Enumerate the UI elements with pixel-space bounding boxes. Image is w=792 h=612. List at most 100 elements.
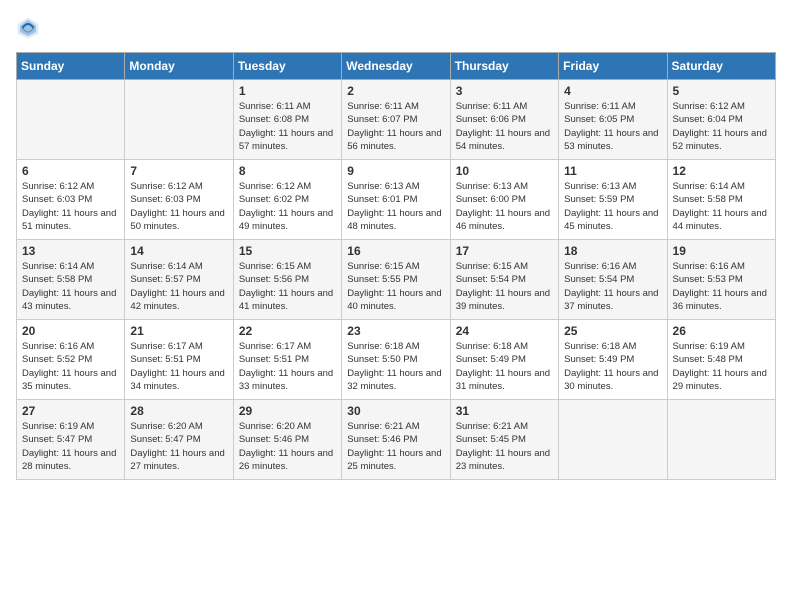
day-number: 22 xyxy=(239,324,336,338)
calendar-cell: 9 Sunrise: 6:13 AM Sunset: 6:01 PM Daylig… xyxy=(342,160,450,240)
day-info: Sunrise: 6:18 AM Sunset: 5:50 PM Dayligh… xyxy=(347,340,444,393)
day-number: 29 xyxy=(239,404,336,418)
day-info: Sunrise: 6:12 AM Sunset: 6:02 PM Dayligh… xyxy=(239,180,336,233)
day-number: 7 xyxy=(130,164,227,178)
day-info: Sunrise: 6:13 AM Sunset: 5:59 PM Dayligh… xyxy=(564,180,661,233)
calendar-cell: 15 Sunrise: 6:15 AM Sunset: 5:56 PM Dayli… xyxy=(233,240,341,320)
day-number: 23 xyxy=(347,324,444,338)
calendar-week-1: 1 Sunrise: 6:11 AM Sunset: 6:08 PM Daylig… xyxy=(17,80,776,160)
calendar-cell: 30 Sunrise: 6:21 AM Sunset: 5:46 PM Dayli… xyxy=(342,400,450,480)
calendar-cell: 17 Sunrise: 6:15 AM Sunset: 5:54 PM Dayli… xyxy=(450,240,558,320)
day-info: Sunrise: 6:13 AM Sunset: 6:00 PM Dayligh… xyxy=(456,180,553,233)
calendar-cell: 8 Sunrise: 6:12 AM Sunset: 6:02 PM Daylig… xyxy=(233,160,341,240)
calendar-cell: 10Sunrise: 6:13 AM Sunset: 6:00 PM Dayli… xyxy=(450,160,558,240)
calendar-cell: 14 Sunrise: 6:14 AM Sunset: 5:57 PM Dayli… xyxy=(125,240,233,320)
day-header-saturday: Saturday xyxy=(667,53,775,80)
day-info: Sunrise: 6:18 AM Sunset: 5:49 PM Dayligh… xyxy=(564,340,661,393)
day-info: Sunrise: 6:15 AM Sunset: 5:55 PM Dayligh… xyxy=(347,260,444,313)
calendar-cell: 26Sunrise: 6:19 AM Sunset: 5:48 PM Dayli… xyxy=(667,320,775,400)
day-header-monday: Monday xyxy=(125,53,233,80)
day-number: 21 xyxy=(130,324,227,338)
day-info: Sunrise: 6:21 AM Sunset: 5:45 PM Dayligh… xyxy=(456,420,553,473)
logo-icon xyxy=(16,16,40,40)
calendar-cell: 24 Sunrise: 6:18 AM Sunset: 5:49 PM Dayli… xyxy=(450,320,558,400)
day-info: Sunrise: 6:19 AM Sunset: 5:47 PM Dayligh… xyxy=(22,420,119,473)
day-info: Sunrise: 6:12 AM Sunset: 6:03 PM Dayligh… xyxy=(130,180,227,233)
day-info: Sunrise: 6:12 AM Sunset: 6:03 PM Dayligh… xyxy=(22,180,119,233)
day-number: 5 xyxy=(673,84,770,98)
day-number: 31 xyxy=(456,404,553,418)
calendar-cell: 27 Sunrise: 6:19 AM Sunset: 5:47 PM Dayli… xyxy=(17,400,125,480)
calendar-cell: 6 Sunrise: 6:12 AM Sunset: 6:03 PM Daylig… xyxy=(17,160,125,240)
calendar-cell: 5 Sunrise: 6:12 AM Sunset: 6:04 PM Daylig… xyxy=(667,80,775,160)
day-info: Sunrise: 6:16 AM Sunset: 5:54 PM Dayligh… xyxy=(564,260,661,313)
day-number: 9 xyxy=(347,164,444,178)
day-info: Sunrise: 6:17 AM Sunset: 5:51 PM Dayligh… xyxy=(239,340,336,393)
day-header-sunday: Sunday xyxy=(17,53,125,80)
calendar-cell: 13 Sunrise: 6:14 AM Sunset: 5:58 PM Dayli… xyxy=(17,240,125,320)
calendar-cell: 31 Sunrise: 6:21 AM Sunset: 5:45 PM Dayli… xyxy=(450,400,558,480)
calendar-cell: 28 Sunrise: 6:20 AM Sunset: 5:47 PM Dayli… xyxy=(125,400,233,480)
day-info: Sunrise: 6:19 AM Sunset: 5:48 PM Dayligh… xyxy=(673,340,770,393)
calendar-cell: 12 Sunrise: 6:14 AM Sunset: 5:58 PM Dayli… xyxy=(667,160,775,240)
day-number: 18 xyxy=(564,244,661,258)
day-number: 11 xyxy=(564,164,661,178)
day-number: 12 xyxy=(673,164,770,178)
calendar-cell: 1 Sunrise: 6:11 AM Sunset: 6:08 PM Daylig… xyxy=(233,80,341,160)
day-number: 15 xyxy=(239,244,336,258)
day-info: Sunrise: 6:14 AM Sunset: 5:58 PM Dayligh… xyxy=(673,180,770,233)
day-info: Sunrise: 6:21 AM Sunset: 5:46 PM Dayligh… xyxy=(347,420,444,473)
calendar-cell: 21 Sunrise: 6:17 AM Sunset: 5:51 PM Dayli… xyxy=(125,320,233,400)
day-info: Sunrise: 6:20 AM Sunset: 5:47 PM Dayligh… xyxy=(130,420,227,473)
day-info: Sunrise: 6:14 AM Sunset: 5:58 PM Dayligh… xyxy=(22,260,119,313)
calendar-cell: 3 Sunrise: 6:11 AM Sunset: 6:06 PM Daylig… xyxy=(450,80,558,160)
day-number: 16 xyxy=(347,244,444,258)
calendar-cell: 19Sunrise: 6:16 AM Sunset: 5:53 PM Dayli… xyxy=(667,240,775,320)
day-info: Sunrise: 6:14 AM Sunset: 5:57 PM Dayligh… xyxy=(130,260,227,313)
day-number: 27 xyxy=(22,404,119,418)
calendar-cell: 4 Sunrise: 6:11 AM Sunset: 6:05 PM Daylig… xyxy=(559,80,667,160)
day-info: Sunrise: 6:11 AM Sunset: 6:05 PM Dayligh… xyxy=(564,100,661,153)
calendar-week-2: 6 Sunrise: 6:12 AM Sunset: 6:03 PM Daylig… xyxy=(17,160,776,240)
calendar-cell: 25 Sunrise: 6:18 AM Sunset: 5:49 PM Dayli… xyxy=(559,320,667,400)
calendar-cell: 29 Sunrise: 6:20 AM Sunset: 5:46 PM Dayli… xyxy=(233,400,341,480)
day-number: 3 xyxy=(456,84,553,98)
page-header xyxy=(16,16,776,40)
calendar-cell: 7 Sunrise: 6:12 AM Sunset: 6:03 PM Daylig… xyxy=(125,160,233,240)
calendar-week-5: 27 Sunrise: 6:19 AM Sunset: 5:47 PM Dayli… xyxy=(17,400,776,480)
calendar-cell xyxy=(667,400,775,480)
calendar-cell: 23 Sunrise: 6:18 AM Sunset: 5:50 PM Dayli… xyxy=(342,320,450,400)
day-info: Sunrise: 6:16 AM Sunset: 5:53 PM Dayligh… xyxy=(673,260,770,313)
day-number: 28 xyxy=(130,404,227,418)
day-info: Sunrise: 6:15 AM Sunset: 5:56 PM Dayligh… xyxy=(239,260,336,313)
calendar-table: SundayMondayTuesdayWednesdayThursdayFrid… xyxy=(16,52,776,480)
day-number: 25 xyxy=(564,324,661,338)
day-info: Sunrise: 6:11 AM Sunset: 6:08 PM Dayligh… xyxy=(239,100,336,153)
day-number: 30 xyxy=(347,404,444,418)
day-header-tuesday: Tuesday xyxy=(233,53,341,80)
day-number: 8 xyxy=(239,164,336,178)
day-header-thursday: Thursday xyxy=(450,53,558,80)
calendar-cell: 22 Sunrise: 6:17 AM Sunset: 5:51 PM Dayli… xyxy=(233,320,341,400)
day-number: 6 xyxy=(22,164,119,178)
day-info: Sunrise: 6:17 AM Sunset: 5:51 PM Dayligh… xyxy=(130,340,227,393)
calendar-cell: 11 Sunrise: 6:13 AM Sunset: 5:59 PM Dayli… xyxy=(559,160,667,240)
day-info: Sunrise: 6:15 AM Sunset: 5:54 PM Dayligh… xyxy=(456,260,553,313)
day-info: Sunrise: 6:11 AM Sunset: 6:06 PM Dayligh… xyxy=(456,100,553,153)
day-info: Sunrise: 6:18 AM Sunset: 5:49 PM Dayligh… xyxy=(456,340,553,393)
day-number: 4 xyxy=(564,84,661,98)
calendar-week-4: 20 Sunrise: 6:16 AM Sunset: 5:52 PM Dayli… xyxy=(17,320,776,400)
day-info: Sunrise: 6:16 AM Sunset: 5:52 PM Dayligh… xyxy=(22,340,119,393)
day-info: Sunrise: 6:20 AM Sunset: 5:46 PM Dayligh… xyxy=(239,420,336,473)
day-number: 13 xyxy=(22,244,119,258)
day-number: 14 xyxy=(130,244,227,258)
day-number: 17 xyxy=(456,244,553,258)
day-number: 1 xyxy=(239,84,336,98)
day-info: Sunrise: 6:12 AM Sunset: 6:04 PM Dayligh… xyxy=(673,100,770,153)
day-info: Sunrise: 6:13 AM Sunset: 6:01 PM Dayligh… xyxy=(347,180,444,233)
day-number: 24 xyxy=(456,324,553,338)
logo xyxy=(16,16,44,40)
calendar-cell: 16 Sunrise: 6:15 AM Sunset: 5:55 PM Dayli… xyxy=(342,240,450,320)
day-number: 20 xyxy=(22,324,119,338)
calendar-cell xyxy=(559,400,667,480)
